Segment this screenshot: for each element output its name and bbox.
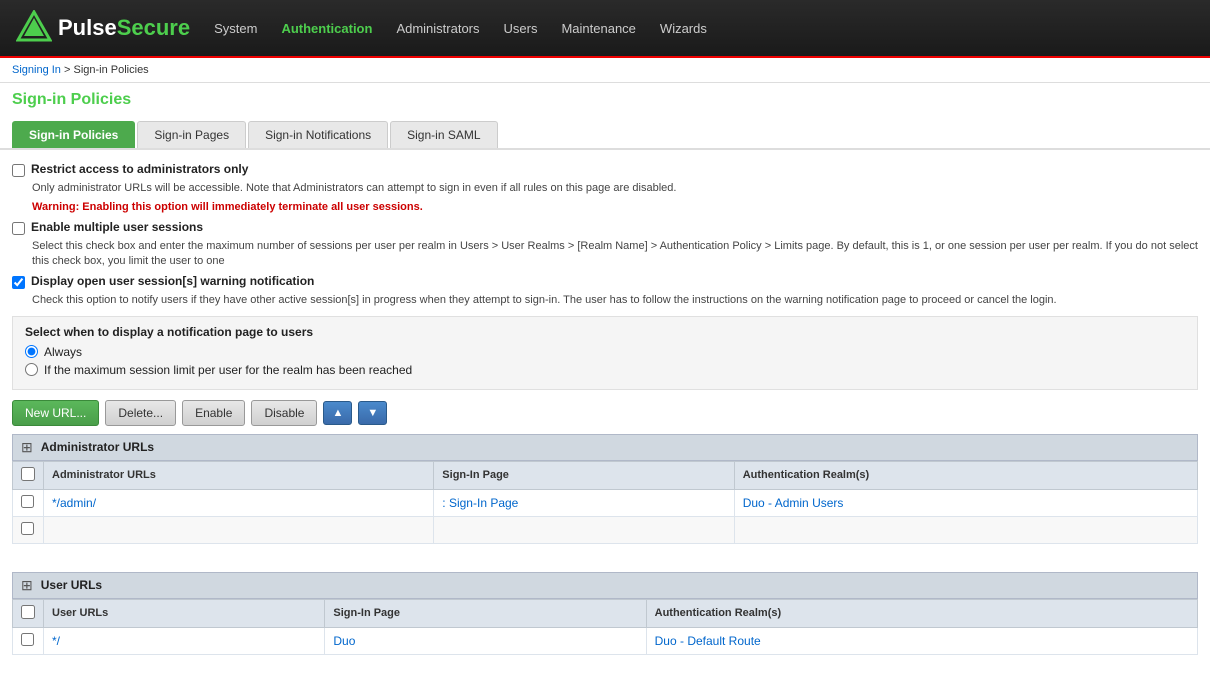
warning-text: Warning: Enabling this option will immed… bbox=[32, 201, 423, 213]
display-warning-checkbox[interactable] bbox=[12, 276, 25, 289]
new-url-button[interactable]: New URL... bbox=[12, 400, 99, 426]
admin-row-check[interactable] bbox=[21, 495, 34, 508]
tab-bar: Sign-in Policies Sign-in Pages Sign-in N… bbox=[0, 113, 1210, 150]
nav-wizards[interactable]: Wizards bbox=[660, 17, 707, 40]
radio-max-session-label: If the maximum session limit per user fo… bbox=[44, 363, 412, 377]
tab-sign-in-notifications[interactable]: Sign-in Notifications bbox=[248, 121, 388, 148]
enable-multiple-label: Enable multiple user sessions bbox=[31, 220, 203, 234]
disable-button[interactable]: Disable bbox=[251, 400, 317, 426]
display-warning-label: Display open user session[s] warning not… bbox=[31, 274, 314, 288]
breadcrumb: Signing In > Sign-in Policies bbox=[0, 58, 1210, 83]
page-title: Sign-in Policies bbox=[0, 83, 1210, 113]
user-check-all[interactable] bbox=[21, 605, 35, 619]
admin-table-title: Administrator URLs bbox=[41, 440, 154, 454]
breadcrumb-current: Sign-in Policies bbox=[73, 64, 148, 76]
logo-text: PulseSecure bbox=[58, 15, 190, 41]
move-up-button[interactable]: ▲ bbox=[323, 401, 352, 425]
admin-col-auth-realm: Authentication Realm(s) bbox=[734, 461, 1197, 489]
user-col-sign-in-page: Sign-In Page bbox=[325, 599, 646, 627]
radio-always-row: Always bbox=[25, 345, 1185, 359]
radio-always[interactable] bbox=[25, 345, 38, 358]
user-table-column-headers: User URLs Sign-In Page Authentication Re… bbox=[13, 599, 1198, 627]
admin-row-url: */admin/ bbox=[44, 489, 434, 516]
radio-max-session[interactable] bbox=[25, 363, 38, 376]
enable-multiple-hint: Select this check box and enter the maxi… bbox=[32, 239, 1198, 270]
restrict-access-label: Restrict access to administrators only bbox=[31, 162, 248, 176]
notification-title: Select when to display a notification pa… bbox=[25, 325, 1185, 339]
admin-row-sign-in-page: : Sign-In Page bbox=[434, 489, 734, 516]
radio-always-label: Always bbox=[44, 345, 82, 359]
table-row bbox=[13, 516, 1198, 543]
admin-table: Administrator URLs Sign-In Page Authenti… bbox=[12, 461, 1198, 544]
user-col-url: User URLs bbox=[44, 599, 325, 627]
admin-empty-realm bbox=[734, 516, 1197, 543]
user-row-url: */ bbox=[44, 627, 325, 654]
action-bar: New URL... Delete... Enable Disable ▲ ▼ bbox=[12, 400, 1198, 426]
user-auth-realm-link[interactable]: Duo - Default Route bbox=[655, 634, 761, 648]
display-warning-row: Display open user session[s] warning not… bbox=[12, 274, 1198, 289]
admin-auth-realm-link[interactable]: Duo - Admin Users bbox=[743, 496, 844, 510]
display-warning-hint: Check this option to notify users if the… bbox=[32, 293, 1198, 308]
admin-url-link[interactable]: */admin/ bbox=[52, 496, 96, 510]
user-table: User URLs Sign-In Page Authentication Re… bbox=[12, 599, 1198, 655]
user-col-checkbox bbox=[13, 599, 44, 627]
restrict-access-row: Restrict access to administrators only bbox=[12, 162, 1198, 177]
tab-sign-in-pages[interactable]: Sign-in Pages bbox=[137, 121, 246, 148]
admin-row-checkbox bbox=[13, 489, 44, 516]
content-area: Restrict access to administrators only O… bbox=[0, 150, 1210, 679]
enable-button[interactable]: Enable bbox=[182, 400, 245, 426]
logo: PulseSecure bbox=[16, 10, 190, 46]
admin-table-header-row: ⊞ Administrator URLs bbox=[12, 434, 1198, 461]
admin-col-url: Administrator URLs bbox=[44, 461, 434, 489]
nav-maintenance[interactable]: Maintenance bbox=[561, 17, 635, 40]
restrict-access-hint: Only administrator URLs will be accessib… bbox=[32, 181, 1198, 196]
admin-row-auth-realm: Duo - Admin Users bbox=[734, 489, 1197, 516]
admin-col-sign-in-page: Sign-In Page bbox=[434, 461, 734, 489]
logo-pulse: Pulse bbox=[58, 15, 117, 40]
breadcrumb-signing-in[interactable]: Signing In bbox=[12, 64, 61, 76]
admin-table-icon: ⊞ bbox=[21, 439, 33, 456]
admin-table-section: ⊞ Administrator URLs Administrator URLs … bbox=[12, 434, 1198, 544]
restrict-access-checkbox[interactable] bbox=[12, 164, 25, 177]
user-sign-in-page-link[interactable]: Duo bbox=[333, 634, 355, 648]
user-table-section: ⊞ User URLs User URLs Sign-In Page Authe… bbox=[12, 572, 1198, 655]
admin-col-checkbox bbox=[13, 461, 44, 489]
table-row: */admin/ : Sign-In Page Duo - Admin User… bbox=[13, 489, 1198, 516]
user-url-link[interactable]: */ bbox=[52, 634, 60, 648]
delete-button[interactable]: Delete... bbox=[105, 400, 176, 426]
main-nav: System Authentication Administrators Use… bbox=[214, 17, 1194, 40]
nav-system[interactable]: System bbox=[214, 17, 257, 40]
move-down-button[interactable]: ▼ bbox=[358, 401, 387, 425]
user-table-icon: ⊞ bbox=[21, 577, 33, 594]
nav-authentication[interactable]: Authentication bbox=[281, 17, 372, 40]
logo-icon bbox=[16, 10, 52, 46]
user-row-check[interactable] bbox=[21, 633, 34, 646]
user-table-header-row: ⊞ User URLs bbox=[12, 572, 1198, 599]
tab-sign-in-policies[interactable]: Sign-in Policies bbox=[12, 121, 135, 148]
radio-max-session-row: If the maximum session limit per user fo… bbox=[25, 363, 1185, 377]
enable-multiple-checkbox[interactable] bbox=[12, 222, 25, 235]
admin-sign-in-page-link[interactable]: : Sign-In Page bbox=[442, 496, 518, 510]
nav-administrators[interactable]: Administrators bbox=[396, 17, 479, 40]
user-row-checkbox bbox=[13, 627, 44, 654]
table-separator bbox=[12, 556, 1198, 572]
admin-empty-check[interactable] bbox=[21, 522, 34, 535]
nav-users[interactable]: Users bbox=[504, 17, 538, 40]
user-row-sign-in-page: Duo bbox=[325, 627, 646, 654]
admin-table-column-headers: Administrator URLs Sign-In Page Authenti… bbox=[13, 461, 1198, 489]
restrict-access-warning: Warning: Enabling this option will immed… bbox=[32, 200, 1198, 215]
notification-section: Select when to display a notification pa… bbox=[12, 316, 1198, 390]
tab-sign-in-saml[interactable]: Sign-in SAML bbox=[390, 121, 497, 148]
user-table-title: User URLs bbox=[41, 578, 102, 592]
user-row-auth-realm: Duo - Default Route bbox=[646, 627, 1197, 654]
logo-secure: Secure bbox=[117, 15, 190, 40]
admin-empty-url bbox=[44, 516, 434, 543]
admin-empty-sign-in bbox=[434, 516, 734, 543]
user-col-auth-realm: Authentication Realm(s) bbox=[646, 599, 1197, 627]
header: PulseSecure System Authentication Admini… bbox=[0, 0, 1210, 58]
admin-check-all[interactable] bbox=[21, 467, 35, 481]
admin-empty-cb bbox=[13, 516, 44, 543]
enable-multiple-row: Enable multiple user sessions bbox=[12, 220, 1198, 235]
table-row: */ Duo Duo - Default Route bbox=[13, 627, 1198, 654]
